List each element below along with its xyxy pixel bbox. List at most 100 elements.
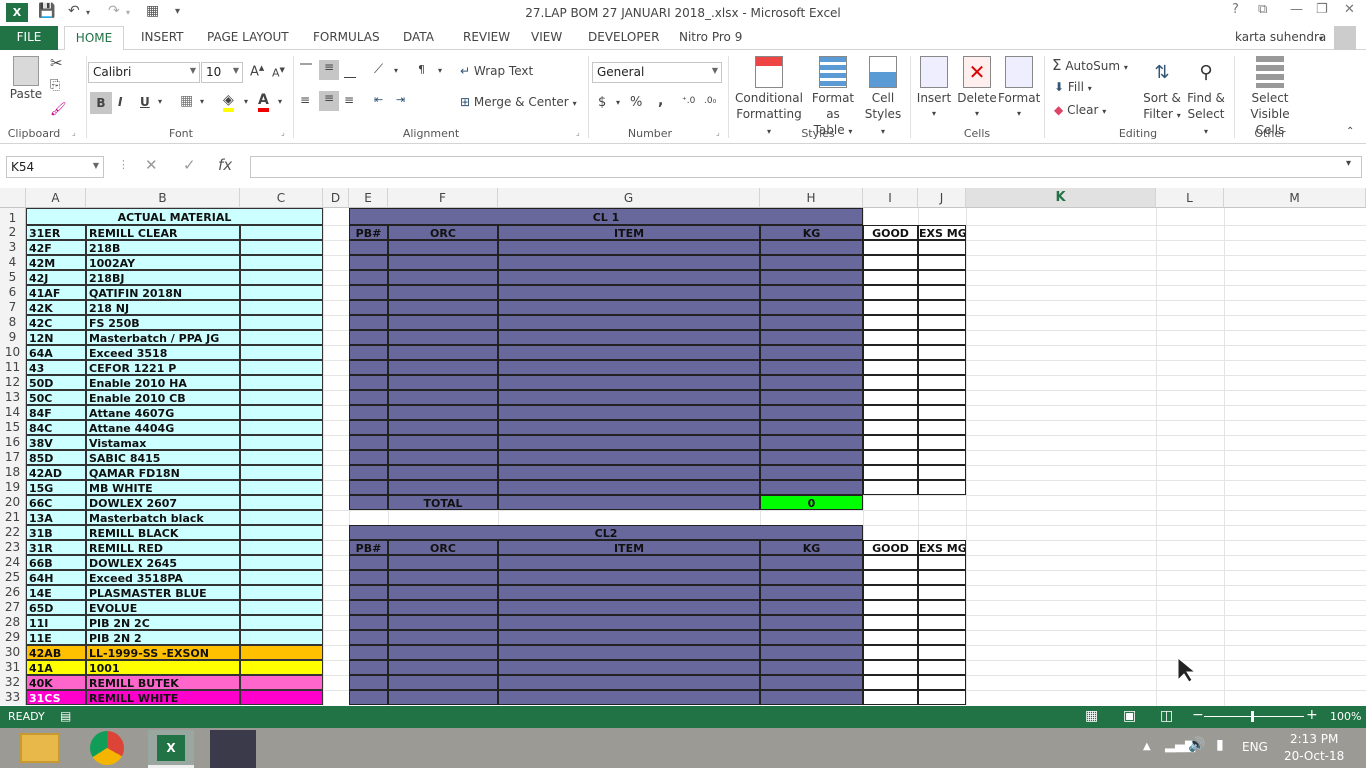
cl2-cell[interactable] (388, 630, 498, 645)
column-header-i[interactable]: I (863, 188, 918, 208)
row-header[interactable]: 16 (0, 435, 26, 450)
cl2-cell[interactable] (388, 690, 498, 705)
bold-button[interactable]: B (90, 92, 112, 114)
material-code[interactable]: 13A (26, 510, 86, 525)
tab-insert[interactable]: INSERT (139, 26, 186, 50)
material-code[interactable]: 42K (26, 300, 86, 315)
currency-button[interactable]: $ (598, 95, 606, 110)
alignment-launcher-icon[interactable]: ⌟ (576, 128, 580, 137)
material-name[interactable]: EVOLUE (86, 600, 240, 615)
cl2-header-good[interactable]: GOOD (863, 540, 918, 555)
cl2-check-cell[interactable] (863, 555, 918, 570)
cl1-check-cell[interactable] (863, 435, 918, 450)
material-code[interactable]: 38V (26, 435, 86, 450)
cl1-check-cell[interactable] (918, 240, 966, 255)
cl1-header-item[interactable]: ITEM (498, 225, 760, 240)
cl1-cell[interactable] (760, 240, 863, 255)
cl1-check-cell[interactable] (863, 255, 918, 270)
material-value[interactable] (240, 465, 323, 480)
column-header-c[interactable]: C (240, 188, 323, 208)
material-code[interactable]: 40K (26, 675, 86, 690)
cl1-check-cell[interactable] (918, 465, 966, 480)
underline-dropdown-icon[interactable]: ▾ (158, 97, 162, 106)
cl1-cell[interactable] (388, 450, 498, 465)
cl1-check-cell[interactable] (863, 345, 918, 360)
material-code[interactable]: 42J (26, 270, 86, 285)
cl2-cell[interactable] (760, 585, 863, 600)
cl1-cell[interactable] (760, 480, 863, 495)
user-name[interactable]: karta suhendra (1235, 30, 1326, 44)
cl1-check-cell[interactable] (863, 270, 918, 285)
material-name[interactable]: LL-1999-SS -EXSON (86, 645, 240, 660)
material-name[interactable]: Enable 2010 CB (86, 390, 240, 405)
material-value[interactable] (240, 585, 323, 600)
material-code[interactable]: 31B (26, 525, 86, 540)
underline-button[interactable]: U (140, 95, 150, 109)
cl1-cell[interactable] (349, 480, 388, 495)
align-top-icon[interactable]: ⎺ (300, 62, 312, 77)
minimize-icon[interactable]: — (1290, 2, 1303, 17)
sort-filter-button[interactable]: ⇅ Sort & Filter ▾ (1142, 56, 1182, 124)
cl2-check-cell[interactable] (918, 645, 966, 660)
row-header[interactable]: 5 (0, 270, 26, 285)
cl1-cell[interactable] (760, 270, 863, 285)
chrome-icon[interactable] (90, 731, 124, 765)
cl1-cell[interactable] (498, 405, 760, 420)
tab-developer[interactable]: DEVELOPER (586, 26, 661, 50)
row-header[interactable]: 6 (0, 285, 26, 300)
cl1-check-cell[interactable] (918, 255, 966, 270)
cl1-cell[interactable] (760, 450, 863, 465)
row-header[interactable]: 2 (0, 225, 26, 240)
cl2-cell[interactable] (498, 660, 760, 675)
material-name[interactable]: CEFOR 1221 P (86, 360, 240, 375)
material-code[interactable]: 66B (26, 555, 86, 570)
material-value[interactable] (240, 630, 323, 645)
cl1-cell[interactable] (760, 420, 863, 435)
insert-function-icon[interactable]: fx (218, 156, 232, 174)
material-code[interactable]: 66C (26, 495, 86, 510)
cl2-cell[interactable] (498, 630, 760, 645)
cl2-cell[interactable] (498, 690, 760, 705)
cl1-check-cell[interactable] (863, 285, 918, 300)
material-code[interactable]: 42AB (26, 645, 86, 660)
row-header[interactable]: 19 (0, 480, 26, 495)
font-size-select[interactable]: 10 ▼ (201, 62, 243, 83)
format-cells-button[interactable]: Format ▾ (998, 56, 1040, 122)
cl1-cell[interactable] (388, 345, 498, 360)
cl1-cell[interactable] (498, 435, 760, 450)
borders-dropdown-icon[interactable]: ▾ (200, 97, 204, 106)
ribbon-display-icon[interactable]: ⧉ (1258, 2, 1267, 17)
cl1-cell[interactable] (760, 300, 863, 315)
material-code[interactable]: 11E (26, 630, 86, 645)
cl1-cell[interactable] (498, 240, 760, 255)
cl1-header-kg[interactable]: KG (760, 225, 863, 240)
cl1-check-cell[interactable] (918, 435, 966, 450)
material-name[interactable]: REMILL BLACK (86, 525, 240, 540)
row-header[interactable]: 20 (0, 495, 26, 510)
cl1-title[interactable]: CL 1 (349, 208, 863, 225)
material-value[interactable] (240, 405, 323, 420)
currency-dropdown-icon[interactable]: ▾ (616, 98, 620, 107)
material-name[interactable]: MB WHITE (86, 480, 240, 495)
zoom-out-icon[interactable]: − (1192, 707, 1204, 723)
cl1-cell[interactable] (349, 450, 388, 465)
cl1-cell[interactable] (388, 255, 498, 270)
cl1-cell[interactable] (388, 480, 498, 495)
cl2-check-cell[interactable] (918, 660, 966, 675)
volume-icon[interactable]: 🔊 (1188, 737, 1205, 753)
comma-button[interactable]: , (658, 93, 663, 109)
row-header[interactable]: 10 (0, 345, 26, 360)
material-code[interactable]: 41A (26, 660, 86, 675)
cl2-cell[interactable] (760, 615, 863, 630)
row-header[interactable]: 17 (0, 450, 26, 465)
tab-home[interactable]: HOME (64, 26, 124, 51)
material-value[interactable] (240, 645, 323, 660)
cl1-total-label[interactable]: TOTAL (388, 495, 498, 510)
material-name[interactable]: Exceed 3518PA (86, 570, 240, 585)
cl1-cell[interactable] (760, 285, 863, 300)
material-code[interactable]: 31ER (26, 225, 86, 240)
cl2-check-cell[interactable] (918, 675, 966, 690)
cl1-check-cell[interactable] (918, 405, 966, 420)
fill-color-dropdown-icon[interactable]: ▾ (244, 97, 248, 106)
cl2-check-cell[interactable] (918, 570, 966, 585)
